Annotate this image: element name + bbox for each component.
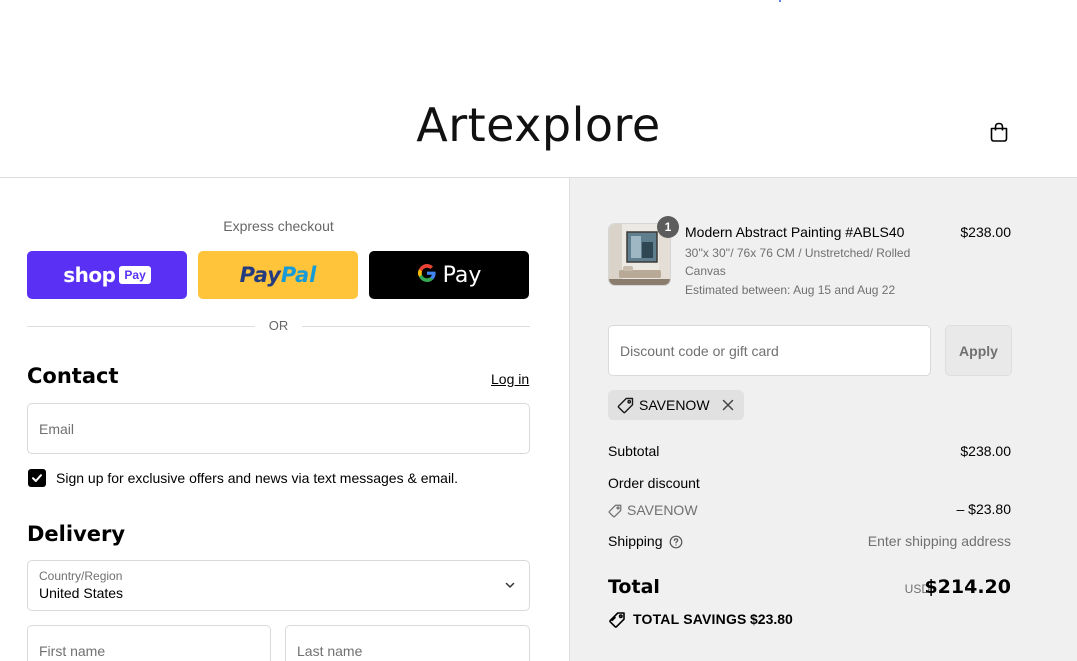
shipping-label: Shipping xyxy=(608,533,663,549)
delivery-title: Delivery xyxy=(27,522,126,546)
remove-discount-icon[interactable] xyxy=(721,398,735,417)
email-field[interactable]: Email xyxy=(27,403,530,454)
chevron-down-icon xyxy=(503,578,517,597)
subtotal-label: Subtotal xyxy=(608,443,660,459)
country-value: United States xyxy=(39,585,124,601)
express-checkout-title: Express checkout xyxy=(223,218,334,234)
paypal-wordmark-pal: Pal xyxy=(280,263,317,287)
brand-logo[interactable]: Artexplore xyxy=(0,98,1077,152)
marketing-checkbox[interactable] xyxy=(28,469,46,487)
total-savings-label: TOTAL SAVINGS xyxy=(633,611,747,627)
country-select[interactable]: Country/Region United States xyxy=(27,560,530,611)
subtotal-value: $238.00 xyxy=(960,443,1011,459)
or-divider: OR xyxy=(27,318,530,334)
paypal-wordmark: PayPal xyxy=(240,263,317,287)
shop-pay-badge: Pay xyxy=(119,266,151,284)
shopping-bag-icon[interactable] xyxy=(987,120,1011,144)
discount-code-input[interactable]: Discount code or gift card xyxy=(608,325,931,376)
country-label: Country/Region xyxy=(39,569,123,583)
checkout-form: Express checkout shop Pay PayPal Pay OR … xyxy=(0,178,569,661)
order-summary: 1 Modern Abstract Painting #ABLS40 30''x… xyxy=(569,178,1077,661)
shop-pay-button[interactable]: shop Pay xyxy=(27,251,187,299)
discount-placeholder: Discount code or gift card xyxy=(620,343,779,359)
top-indicator xyxy=(779,0,781,2)
divider-line-right xyxy=(302,326,530,327)
quantity-badge: 1 xyxy=(657,216,679,238)
discount-tag-icon xyxy=(608,504,622,523)
last-name-field[interactable]: Last name xyxy=(285,625,530,661)
site-header: Artexplore xyxy=(0,0,1077,178)
help-circle-icon[interactable] xyxy=(669,535,683,554)
first-name-placeholder: First name xyxy=(39,643,106,659)
email-placeholder: Email xyxy=(39,421,75,437)
savings-tag-icon xyxy=(608,611,626,634)
applied-discount-code: SAVENOW xyxy=(639,397,710,413)
total-value: $214.20 xyxy=(924,576,1011,598)
paypal-button[interactable]: PayPal xyxy=(198,251,358,299)
login-link[interactable]: Log in xyxy=(491,371,529,387)
last-name-placeholder: Last name xyxy=(297,643,363,659)
product-name: Modern Abstract Painting #ABLS40 xyxy=(685,224,905,240)
google-pay-button[interactable]: Pay xyxy=(369,251,529,299)
apply-discount-button[interactable]: Apply xyxy=(945,325,1012,376)
product-price: $238.00 xyxy=(960,224,1011,240)
tag-icon xyxy=(617,397,634,419)
applied-discount-chip: SAVENOW xyxy=(608,390,744,420)
google-g-icon xyxy=(417,263,437,288)
marketing-label: Sign up for exclusive offers and news vi… xyxy=(56,470,459,486)
shop-pay-wordmark: shop xyxy=(63,263,116,287)
paypal-wordmark-pay: Pay xyxy=(239,263,281,287)
shipping-value: Enter shipping address xyxy=(867,533,1011,549)
contact-title: Contact xyxy=(27,364,119,388)
discount-code-label: SAVENOW xyxy=(627,502,698,518)
order-discount-label: Order discount xyxy=(608,475,700,491)
first-name-field[interactable]: First name xyxy=(27,625,271,661)
total-savings-value: $23.80 xyxy=(750,611,793,627)
discount-value: – $23.80 xyxy=(956,501,1012,517)
delivery-estimate: Estimated between: Aug 15 and Aug 22 xyxy=(685,283,896,297)
product-variant: 30''x 30''/ 76x 76 CM / Unstretched/ Rol… xyxy=(685,246,911,278)
google-pay-label: Pay xyxy=(442,262,482,288)
total-label: Total xyxy=(608,576,660,598)
